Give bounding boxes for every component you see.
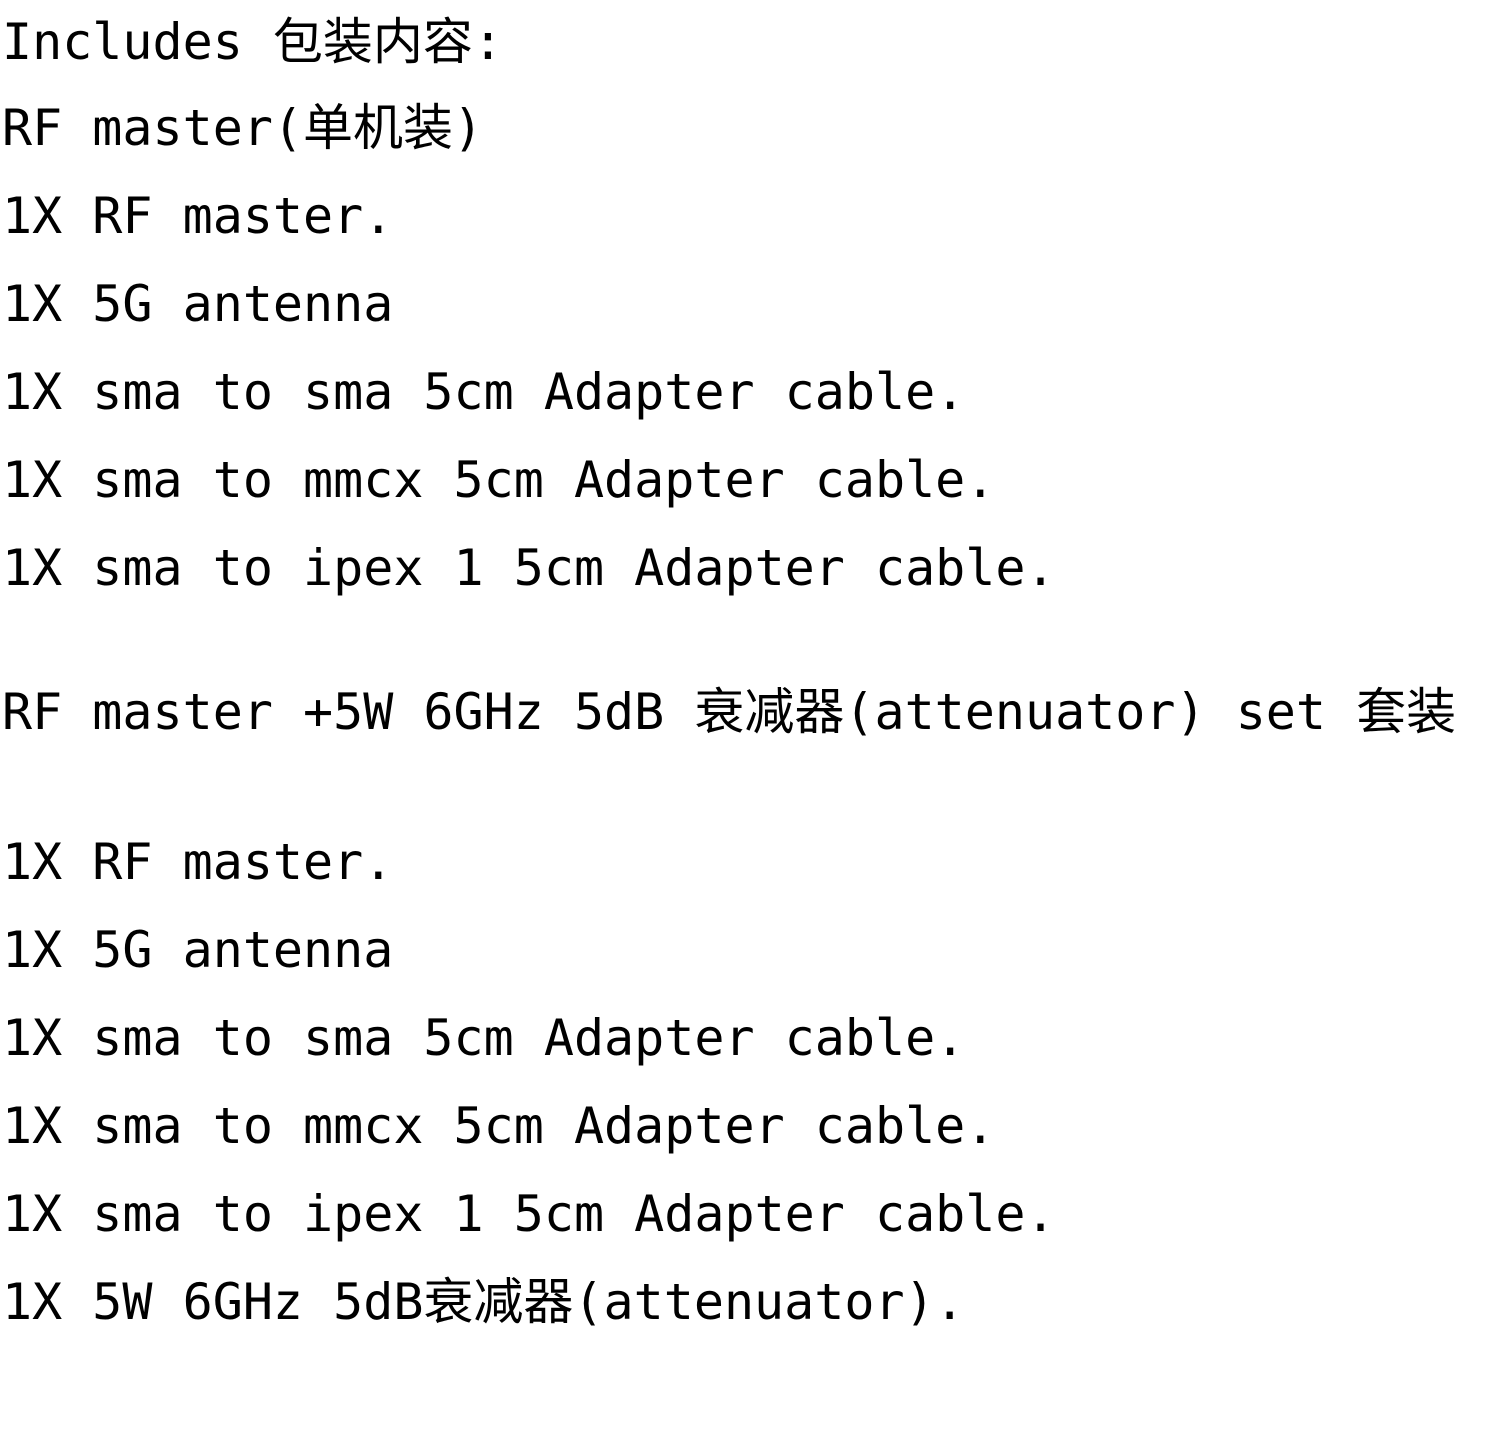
section-heading-rf-master-attenuator-set: RF master +5W 6GHz 5dB 衰减器(attenuator) s… [2, 683, 1457, 741]
section-rf-master-attenuator-set: RF master +5W 6GHz 5dB 衰减器(attenuator) s… [2, 668, 1500, 1346]
section-separator [2, 612, 1500, 668]
list-item: 1X 5W 6GHz 5dB衰减器(attenuator). [2, 1273, 965, 1331]
list-item: 1X sma to sma 5cm Adapter cable. [2, 363, 966, 421]
section-rf-master-single: RF master(单机装) 1X RF master. 1X 5G anten… [2, 84, 1500, 612]
list-item: 1X 5G antenna [2, 275, 394, 333]
includes-packing-list-page: Includes 包装内容: RF master(单机装) 1X RF mast… [0, 0, 1500, 1441]
list-item: 1X 5G antenna [2, 921, 394, 979]
page-title: Includes 包装内容: [2, 13, 504, 71]
list-item: 1X sma to mmcx 5cm Adapter cable. [2, 1097, 996, 1155]
list-item: 1X sma to sma 5cm Adapter cable. [2, 1009, 966, 1067]
list-item: 1X RF master. [2, 833, 394, 891]
list-item: 1X RF master. [2, 187, 394, 245]
list-item: 1X sma to mmcx 5cm Adapter cable. [2, 451, 996, 509]
list-item: 1X sma to ipex 1 5cm Adapter cable. [2, 539, 1056, 597]
section-heading-rf-master-single: RF master(单机装) [2, 99, 484, 157]
heading-gap [2, 756, 1500, 818]
list-item: 1X sma to ipex 1 5cm Adapter cable. [2, 1185, 1056, 1243]
